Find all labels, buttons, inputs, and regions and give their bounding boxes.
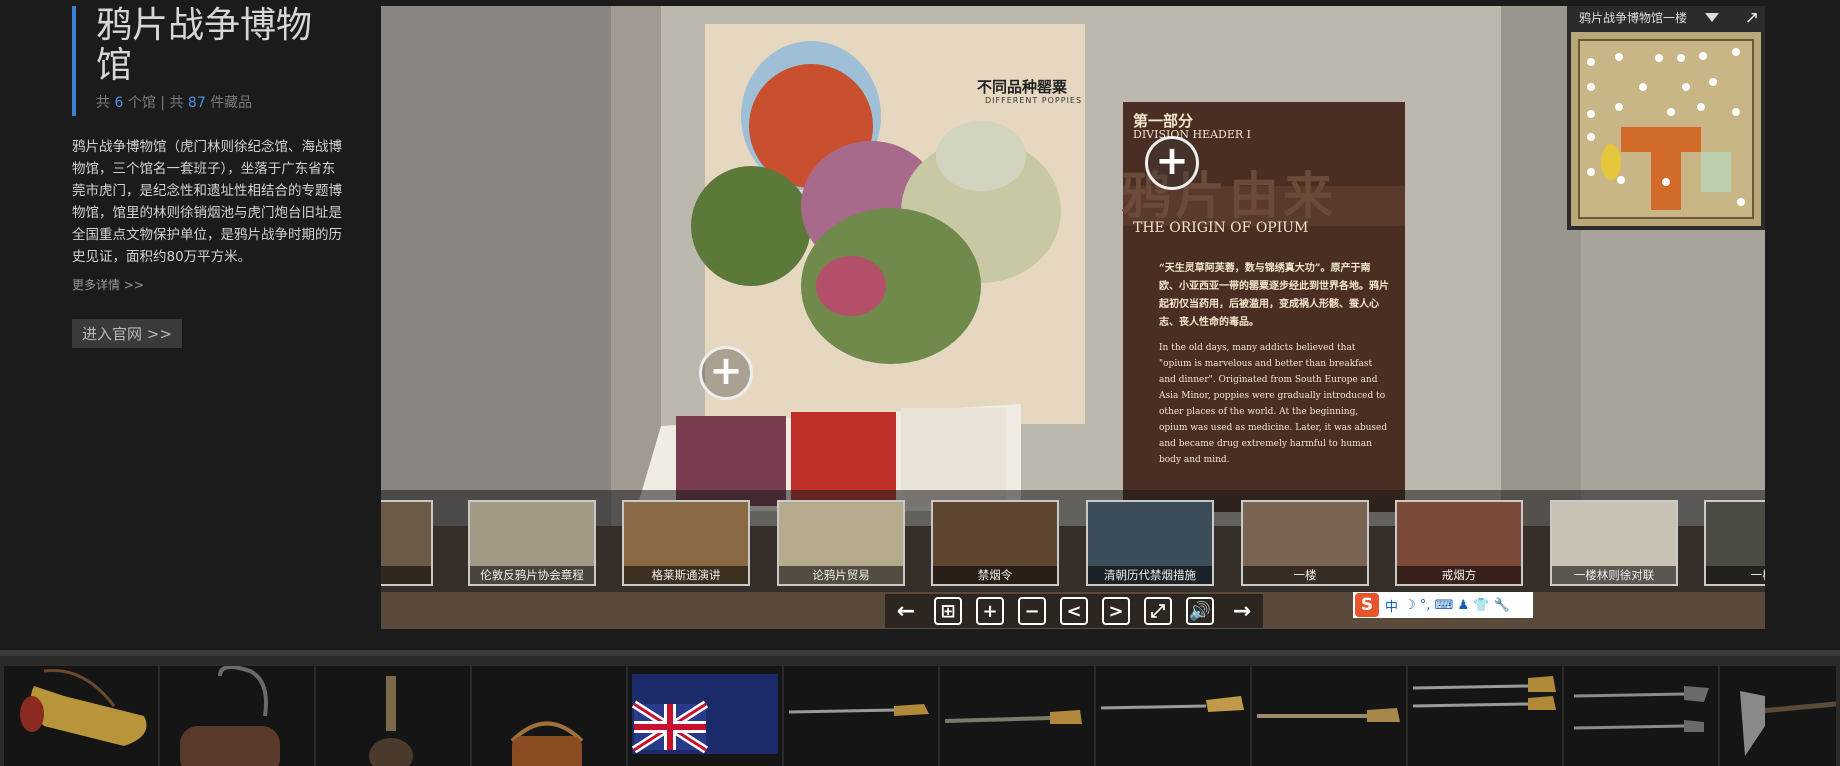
- hotspot-plus-icon[interactable]: +: [699, 346, 753, 400]
- viewer-controls: ← ⊞ + − < > ⤢ 🔊 →: [885, 594, 1263, 628]
- artifact-sword-pair[interactable]: [1408, 666, 1562, 766]
- artifact-strip[interactable]: [0, 650, 1840, 766]
- ime-language-toggle[interactable]: 中: [1385, 596, 1398, 615]
- artifact-sword[interactable]: [940, 666, 1094, 766]
- minimap-floor-label: 鸦片战争博物馆一楼: [1579, 10, 1688, 25]
- scene-thumbnail[interactable]: 禁烟令: [931, 500, 1059, 586]
- scene-thumbnail[interactable]: 历程: [381, 500, 433, 586]
- thumbnail-caption: 一楼幻: [1706, 566, 1765, 584]
- scene-thumbnail[interactable]: 清朝历代禁烟措施: [1086, 500, 1214, 586]
- panel-title-en: THE ORIGIN OF OPIUM: [1133, 220, 1309, 236]
- expand-icon[interactable]: ↗: [1745, 8, 1759, 28]
- artifact-union-jack-flag[interactable]: [628, 666, 782, 766]
- leather-bucket-icon: [180, 666, 280, 766]
- floor-plan-drawing: [1578, 39, 1754, 219]
- minimap[interactable]: 鸦片战争博物馆一楼 ↗: [1567, 6, 1765, 230]
- flask-icon: [369, 676, 413, 766]
- thumbnail-caption: 论鸦片贸易: [779, 566, 903, 584]
- axe-icon: [1740, 691, 1836, 756]
- more-details-link[interactable]: 更多详情 >>: [72, 276, 144, 293]
- title-block: 鸦片战争博物馆 共 6 个馆 | 共 87 件藏品: [72, 6, 347, 116]
- artifact-sword[interactable]: [784, 666, 938, 766]
- floor-plan[interactable]: [1571, 32, 1761, 226]
- artifact-ornate-pouch[interactable]: [4, 666, 158, 766]
- sound-icon[interactable]: 🔊: [1179, 594, 1221, 628]
- poppy-board-subtitle: DIFFERENT POPPIES: [985, 96, 1083, 105]
- zoom-in-icon[interactable]: +: [969, 594, 1011, 628]
- ime-toolbar[interactable]: S 中 ☽ °, ⌨ ♟ 👕 🔧: [1353, 592, 1533, 618]
- scene-thumbnail[interactable]: 论鸦片贸易: [777, 500, 905, 586]
- arrow-right-icon[interactable]: →: [1221, 594, 1263, 628]
- thumbnail-caption: 一楼: [1243, 566, 1367, 584]
- arrow-left-icon[interactable]: ←: [885, 594, 927, 628]
- thumbnail-caption: 清朝历代禁烟措施: [1088, 566, 1212, 584]
- artifact-sword[interactable]: [1252, 666, 1406, 766]
- museum-page: 鸦片战争博物馆 共 6 个馆 | 共 87 件藏品 鸦片战争博物馆（虎门林则徐纪…: [0, 0, 1840, 766]
- panel-part-en: DIVISION HEADER I: [1133, 128, 1252, 141]
- copper-pot-icon: [510, 721, 584, 766]
- scene-thumbnail[interactable]: 一楼林则徐对联: [1550, 500, 1678, 586]
- rotate-left-icon[interactable]: <: [1053, 594, 1095, 628]
- tools-icon: [1573, 686, 1709, 732]
- sogou-logo-icon[interactable]: S: [1355, 593, 1379, 617]
- zoom-out-icon[interactable]: −: [1011, 594, 1053, 628]
- scene-thumbnail[interactable]: 一楼: [1241, 500, 1369, 586]
- items-count: 87: [187, 95, 206, 111]
- hotspot-plus-icon[interactable]: +: [1145, 136, 1199, 190]
- thumbnail-caption: 历程: [381, 566, 431, 584]
- info-panel: 鸦片战争博物馆 共 6 个馆 | 共 87 件藏品 鸦片战争博物馆（虎门林则徐纪…: [72, 6, 347, 348]
- thumbnail-caption: 一楼林则徐对联: [1552, 566, 1676, 584]
- enter-website-button[interactable]: 进入官网 >>: [72, 319, 182, 348]
- fullscreen-icon[interactable]: ⤢: [1137, 594, 1179, 628]
- thumbnail-caption: 戒烟方: [1397, 566, 1521, 584]
- collection-counts: 共 6 个馆 | 共 87 件藏品: [96, 95, 253, 111]
- thumbnail-caption: 禁烟令: [933, 566, 1057, 584]
- sword-pair-icon: [1412, 676, 1556, 710]
- minimap-header[interactable]: 鸦片战争博物馆一楼 ↗: [1567, 6, 1765, 28]
- scene-thumbnail[interactable]: 伦敦反鸦片协会章程: [468, 500, 596, 586]
- halls-count: 6: [114, 95, 124, 111]
- thumbnail-caption: 伦敦反鸦片协会章程: [470, 566, 594, 584]
- sword-icon: [1100, 696, 1244, 712]
- sword-icon: [1257, 708, 1400, 722]
- scene-thumbnail-strip[interactable]: 历程 伦敦反鸦片协会章程 格莱斯通演讲 论鸦片贸易 禁烟令 清朝历代禁烟措施: [381, 490, 1765, 592]
- ornate-pouch-icon: [20, 668, 147, 746]
- rotate-right-icon[interactable]: >: [1095, 594, 1137, 628]
- panel-body-en: In the old days, many addicts believed t…: [1159, 343, 1388, 465]
- sword-icon: [788, 704, 929, 716]
- artifact-sword[interactable]: [1096, 666, 1250, 766]
- scene-thumbnail[interactable]: 一楼幻: [1704, 500, 1765, 586]
- thumbnail-caption: 格莱斯通演讲: [624, 566, 748, 584]
- ime-tool-icons[interactable]: ☽ °, ⌨ ♟ 👕 🔧: [1404, 598, 1510, 613]
- panorama-viewer[interactable]: 不同品种罂粟 DIFFERENT POPPIES 第一部分 DIVISION H…: [381, 6, 1765, 629]
- artifact-flask[interactable]: [316, 666, 470, 766]
- scene-thumbnail[interactable]: 戒烟方: [1395, 500, 1523, 586]
- panel-body-cn: “天生灵草阿芙蓉，数与锦绣真大功”。原产于南欧、小亚西亚一带的罂粟逐步经此到世界…: [1159, 263, 1389, 328]
- scene-thumbnail[interactable]: 格莱斯通演讲: [622, 500, 750, 586]
- sword-icon: [944, 710, 1082, 724]
- union-jack-flag-icon: [631, 674, 778, 754]
- artifact-copper-pot[interactable]: [472, 666, 626, 766]
- chevron-down-icon[interactable]: [1705, 12, 1720, 22]
- poppy-board-title: 不同品种罂粟: [977, 78, 1068, 96]
- museum-title: 鸦片战争博物馆: [96, 5, 313, 86]
- artifact-tools[interactable]: [1564, 666, 1718, 766]
- artifact-leather-bucket[interactable]: [160, 666, 314, 766]
- grid-view-icon[interactable]: ⊞: [927, 594, 969, 628]
- artifact-axe[interactable]: [1720, 666, 1836, 766]
- museum-description: 鸦片战争博物馆（虎门林则徐纪念馆、海战博物馆，三个馆名一套班子），坐落于广东省东…: [72, 139, 342, 265]
